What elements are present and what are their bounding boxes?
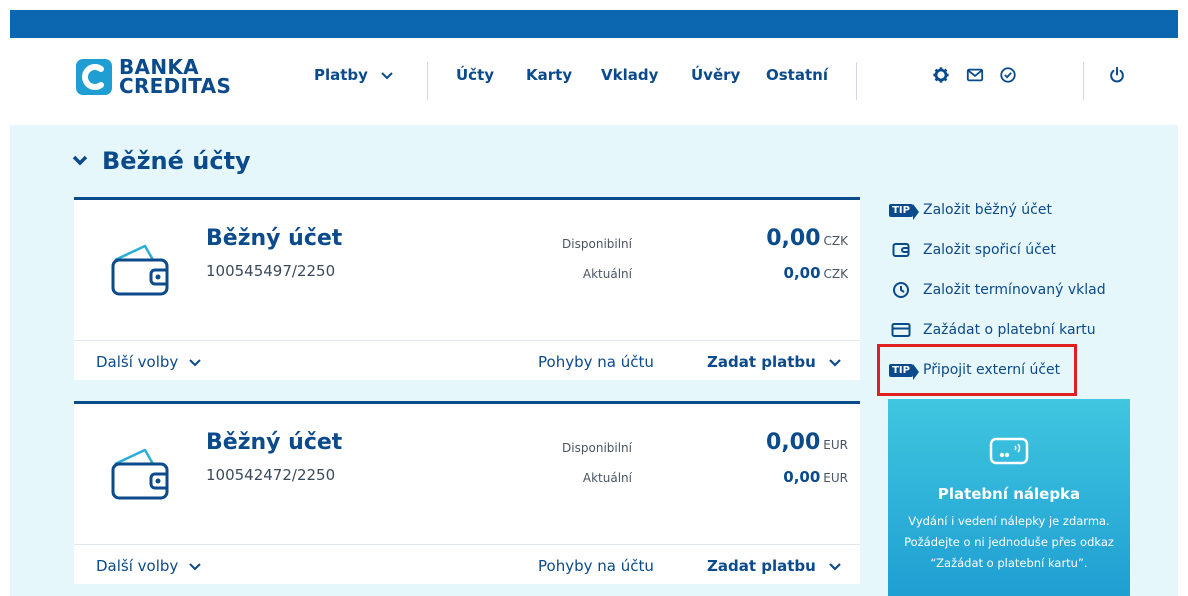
mail-icon[interactable]	[966, 66, 984, 84]
highlight-box	[877, 344, 1077, 396]
wallet-icon	[111, 448, 169, 500]
currency: CZK	[823, 267, 848, 281]
wallet-icon	[892, 243, 910, 257]
available-label: Disponibilní	[562, 237, 632, 251]
link-open-savings-account[interactable]: Založit spořicí účet	[888, 241, 1056, 259]
nav-ostatni[interactable]: Ostatní	[766, 66, 828, 84]
link-label: Založit běžný účet	[923, 202, 1052, 218]
make-payment-button[interactable]: Zadat platbu	[707, 557, 841, 575]
link-request-card[interactable]: Zažádat o platební kartu	[888, 321, 1096, 339]
tip-badge-icon: TIP	[889, 203, 919, 220]
clock-icon	[893, 282, 909, 298]
account-movements-link[interactable]: Pohyby na účtu	[538, 557, 654, 575]
account-number: 100545497/2250	[206, 262, 336, 280]
nav-karty[interactable]: Karty	[526, 66, 572, 84]
power-icon[interactable]	[1108, 66, 1126, 84]
available-label: Disponibilní	[562, 441, 632, 455]
chevron-down-icon	[189, 358, 201, 366]
more-options-button[interactable]: Další volby	[96, 557, 201, 575]
available-value: 0,00	[766, 430, 821, 455]
header: BANKA CREDITAS Platby Účty Karty Vklady …	[10, 38, 1178, 125]
make-payment-button[interactable]: Zadat platbu	[707, 353, 841, 371]
currency: EUR	[823, 471, 848, 485]
promo-title: Platební nálepka	[937, 485, 1081, 503]
nav-platby[interactable]: Platby	[314, 66, 393, 84]
nav-vklady[interactable]: Vklady	[601, 66, 658, 84]
nav-ucty[interactable]: Účty	[456, 66, 494, 84]
current-label: Aktuální	[582, 471, 632, 485]
link-label: Založit spořicí účet	[923, 242, 1056, 258]
available-balance: 0,00 EUR	[766, 430, 848, 455]
top-bar	[10, 10, 1178, 38]
nav-divider	[856, 62, 857, 100]
make-payment-label: Zadat platbu	[707, 353, 816, 371]
section-title: Běžné účty	[102, 147, 251, 175]
current-value: 0,00	[783, 264, 821, 282]
chevron-down-icon	[829, 358, 841, 367]
nav-divider	[1083, 62, 1084, 100]
available-value: 0,00	[766, 226, 821, 251]
more-options-button[interactable]: Další volby	[96, 353, 201, 371]
current-value: 0,00	[783, 468, 821, 486]
account-name[interactable]: Běžný účet	[206, 430, 342, 455]
gear-icon[interactable]	[932, 66, 950, 84]
nav-uvery[interactable]: Úvěry	[691, 66, 740, 84]
account-card: Běžný účet 100545497/2250 Disponibilní 0…	[74, 197, 860, 380]
promo-text: Vydání i vedení nálepky je zdarma. Požád…	[904, 514, 1114, 570]
section-header[interactable]: Běžné účty	[72, 147, 251, 175]
wallet-icon	[111, 244, 169, 296]
currency: EUR	[823, 438, 848, 452]
current-label: Aktuální	[582, 267, 632, 281]
available-balance: 0,00 CZK	[766, 226, 848, 251]
current-balance: 0,00 EUR	[783, 468, 848, 486]
currency: CZK	[823, 234, 848, 248]
payment-sticker-icon	[989, 437, 1029, 465]
account-movements-link[interactable]: Pohyby na účtu	[538, 353, 654, 371]
chevron-down-icon	[381, 71, 393, 79]
nav-divider	[427, 62, 428, 100]
make-payment-label: Zadat platbu	[707, 557, 816, 575]
link-label: Založit termínovaný vklad	[923, 282, 1106, 298]
link-open-current-account[interactable]: TIP Založit běžný účet	[888, 201, 1052, 220]
chevron-down-icon	[72, 155, 88, 166]
account-name[interactable]: Běžný účet	[206, 226, 342, 251]
more-options-label: Další volby	[96, 353, 179, 371]
promo-sticker-panel[interactable]: Platební nálepka Vydání i vedení nálepky…	[888, 399, 1130, 596]
check-circle-icon[interactable]	[999, 66, 1017, 84]
link-open-term-deposit[interactable]: Založit termínovaný vklad	[888, 281, 1106, 299]
more-options-label: Další volby	[96, 557, 179, 575]
chevron-down-icon	[189, 562, 201, 570]
nav-platby-label: Platby	[314, 66, 368, 84]
account-card: Běžný účet 100542472/2250 Disponibilní 0…	[74, 401, 860, 584]
card-icon	[891, 323, 911, 337]
account-number: 100542472/2250	[206, 466, 336, 484]
current-balance: 0,00 CZK	[784, 264, 848, 282]
main-content: Běžné účty Běžný účet 100545497/2250 Dis…	[10, 125, 1178, 596]
chevron-down-icon	[829, 562, 841, 571]
link-label: Zažádat o platební kartu	[923, 322, 1096, 338]
